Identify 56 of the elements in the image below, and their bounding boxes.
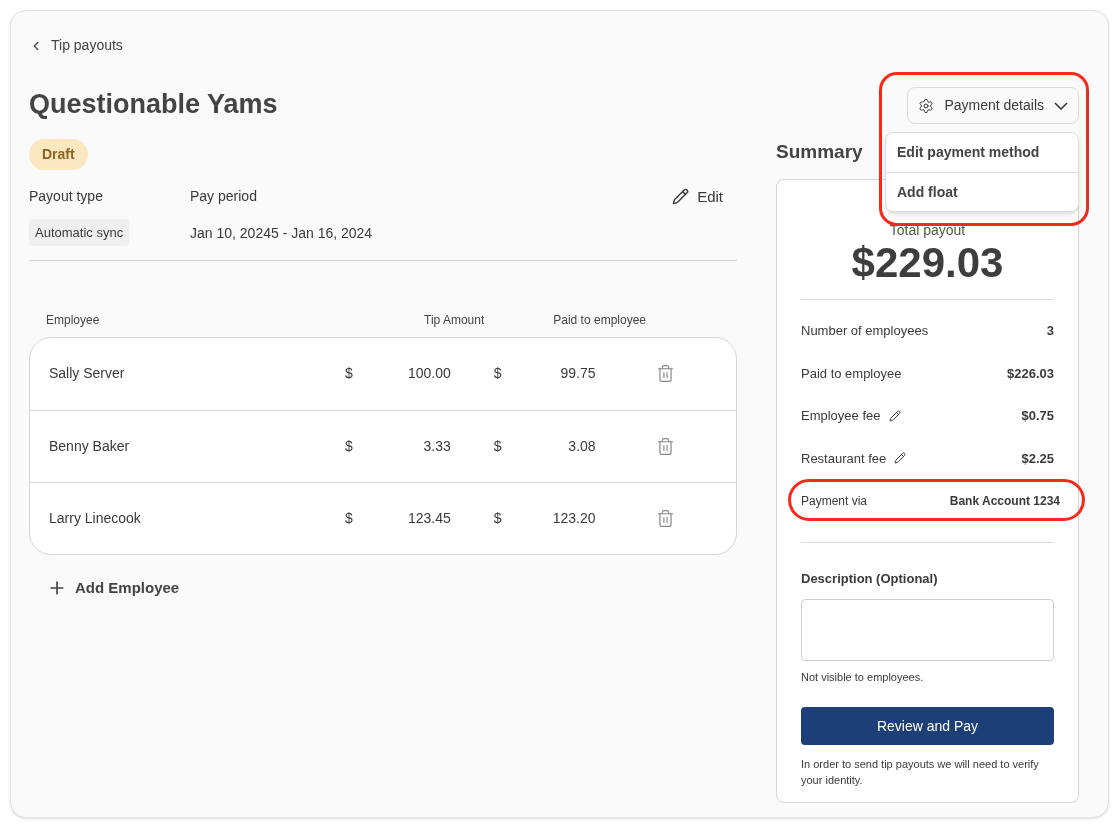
summary-heading: Summary	[776, 140, 863, 164]
summary-label: Employee fee	[801, 407, 881, 425]
tip-amount: 3.33	[422, 436, 451, 456]
currency-symbol: $	[493, 508, 502, 528]
status-tag: Draft	[29, 138, 88, 170]
payout-type-chip: Automatic sync	[29, 218, 130, 246]
total-label: Total payout	[889, 220, 966, 240]
tip-amount: 123.45	[406, 508, 451, 528]
add-employee-button[interactable]: Add Employee	[47, 576, 180, 599]
trash-icon[interactable]	[655, 364, 675, 383]
paid-amount: 123.20	[551, 508, 596, 528]
summary-label: Paid to employee	[801, 364, 902, 383]
description-label: Description (Optional)	[801, 570, 938, 588]
field-label: Payout type	[29, 186, 103, 206]
summary-label: Payment via	[801, 492, 868, 510]
column-header: Paid to employee	[553, 311, 646, 329]
pencil-icon	[672, 188, 690, 206]
trash-icon[interactable]	[655, 508, 675, 528]
description-field[interactable]	[801, 598, 1054, 661]
pencil-icon[interactable]	[894, 452, 907, 465]
field-hint: Not visible to employees.	[801, 669, 924, 685]
trash-icon[interactable]	[655, 436, 675, 456]
identity-note: In order to send tip payouts we will need to verify your identity.	[801, 757, 1040, 788]
menu-item[interactable]: Edit payment method	[886, 133, 1078, 172]
summary-value: $226.03	[1007, 364, 1054, 383]
chevron-down-icon	[1054, 101, 1068, 110]
currency-symbol: $	[345, 364, 353, 383]
employee-name: Sally Server	[49, 364, 126, 383]
total-amount: $229.03	[851, 240, 1004, 285]
paid-amount: 99.75	[559, 364, 596, 383]
field-label: Pay period	[190, 186, 257, 206]
tip-amount: 100.00	[406, 364, 451, 383]
field-value: Jan 10, 20245 - Jan 16, 2024	[190, 223, 373, 243]
summary-label: Restaurant fee	[801, 449, 887, 468]
summary-value: $2.25	[1021, 449, 1054, 468]
currency-symbol: $	[345, 436, 353, 456]
edit-button[interactable]: Edit	[672, 185, 723, 208]
currency-symbol: $	[493, 436, 502, 456]
summary-label: Number of employees	[801, 322, 929, 340]
pencil-icon[interactable]	[888, 409, 901, 422]
currency-symbol: $	[345, 508, 353, 528]
payment-details-button[interactable]: Payment details	[907, 87, 1079, 124]
review-and-pay-button[interactable]: Review and Pay	[801, 707, 1054, 745]
menu-item[interactable]: Add float	[886, 172, 1078, 211]
employee-name: Benny Baker	[49, 436, 131, 456]
currency-symbol: $	[493, 364, 502, 383]
column-header: Employee	[46, 311, 100, 329]
gear-icon	[918, 97, 935, 114]
summary-value: Bank Account 1234	[949, 492, 1060, 510]
employee-name: Larry Linecook	[49, 508, 142, 528]
paid-amount: 3.08	[567, 436, 596, 456]
summary-value: 3	[1046, 322, 1054, 340]
page-title: Questionable Yams	[29, 88, 278, 121]
column-header: Tip Amount	[424, 311, 485, 329]
summary-value: $0.75	[1021, 407, 1054, 425]
back-link[interactable]: Tip payouts	[29, 35, 123, 56]
